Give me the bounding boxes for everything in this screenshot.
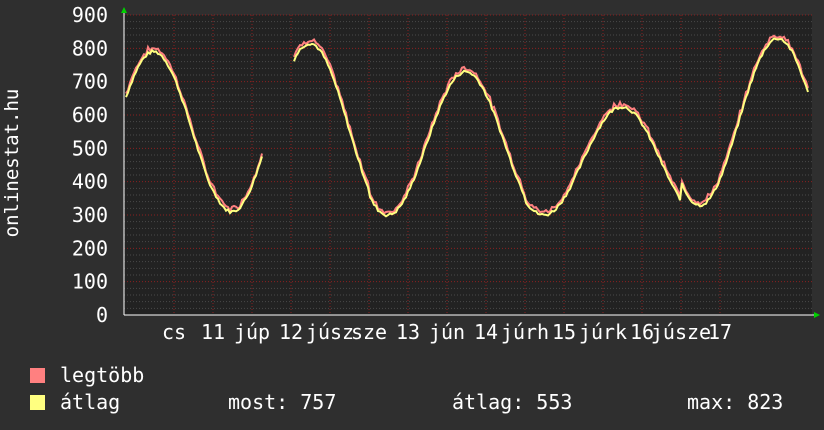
y-tick-label: 100 xyxy=(72,270,108,294)
y-tick-label: 300 xyxy=(72,203,108,227)
x-tick-label: júrh xyxy=(501,320,549,344)
x-tick-label: sze xyxy=(351,320,387,344)
x-tick-label: jún xyxy=(429,320,465,344)
legend-label-atlag: átlag xyxy=(60,390,121,414)
line-chart: 0100200300400500600700800900cs 11 júp 12 jús… xyxy=(1,3,820,344)
x-tick-label: 11 xyxy=(201,320,225,344)
y-tick-label: 800 xyxy=(72,36,108,60)
x-tick-label: 17 xyxy=(708,320,732,344)
y-axis-label: onlinestat.hu xyxy=(1,89,23,238)
atlag-swatch xyxy=(30,395,45,410)
legend-item-atlag: átlag most: 757 átlag: 553 max: 823 xyxy=(30,389,820,416)
y-tick-label: 600 xyxy=(72,103,108,127)
y-tick-label: 400 xyxy=(72,170,108,194)
x-tick-label: júsz xyxy=(306,320,354,344)
y-tick-label: 500 xyxy=(72,136,108,160)
x-tick-label: júsze xyxy=(651,320,711,344)
x-tick-label: 13 xyxy=(396,320,420,344)
x-tick-label: júrk xyxy=(579,320,627,344)
x-tick-label: cs xyxy=(162,320,186,344)
legend-item-legtobb: legtöbb xyxy=(30,362,820,389)
stat-max: max: 823 xyxy=(687,390,784,414)
y-tick-label: 700 xyxy=(72,70,108,94)
stat-most: most: 757 xyxy=(228,390,337,414)
x-tick-label: 15 xyxy=(552,320,576,344)
plot-area xyxy=(124,15,812,315)
x-tick-label: júp xyxy=(234,320,270,344)
y-tick-label: 0 xyxy=(96,303,108,327)
stat-atlag: átlag: 553 xyxy=(452,390,573,414)
y-axis-arrow-icon xyxy=(121,7,127,13)
x-axis-arrow-icon xyxy=(814,312,820,318)
x-tick-label: 14 xyxy=(474,320,498,344)
legend: legtöbb átlag most: 757 átlag: 553 max: … xyxy=(30,362,820,416)
x-tick-label: 12 xyxy=(279,320,303,344)
legend-label-legtobb: legtöbb xyxy=(60,363,145,387)
y-tick-label: 200 xyxy=(72,236,108,260)
y-tick-label: 900 xyxy=(72,3,108,27)
legtobb-swatch xyxy=(30,368,45,383)
